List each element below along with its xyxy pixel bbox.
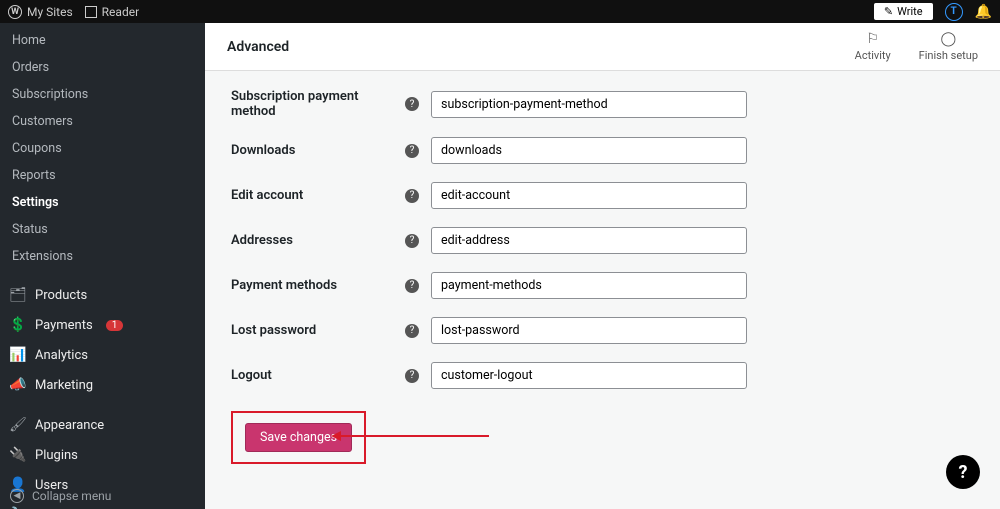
field-label: Payment methods	[231, 278, 405, 293]
help-fab-button[interactable]: ?	[946, 455, 980, 489]
user-avatar[interactable]: T	[945, 3, 963, 21]
reader-label: Reader	[102, 5, 139, 19]
sidebar-item-label: Marketing	[35, 378, 93, 393]
circle-icon: ◯	[941, 31, 957, 47]
endpoint-input[interactable]	[431, 91, 747, 118]
sidebar-item-plugins[interactable]: 🔌 Plugins	[0, 440, 205, 470]
sidebar-item-appearance[interactable]: 🖌 Appearance	[0, 410, 205, 440]
help-icon[interactable]: ?	[405, 369, 419, 383]
form-row: Subscription payment method?	[231, 89, 974, 119]
endpoint-input[interactable]	[431, 227, 747, 254]
notifications-icon[interactable]: 🔔	[975, 4, 992, 20]
sidebar-item-label: Plugins	[35, 448, 78, 463]
sidebar-sub-status[interactable]: Status	[0, 216, 205, 243]
activity-button[interactable]: ⚐ Activity	[855, 31, 891, 62]
form-row: Payment methods?	[231, 272, 974, 299]
help-icon[interactable]: ?	[405, 234, 419, 248]
badge: 1	[106, 320, 124, 331]
sidebar-item-label: Analytics	[35, 348, 88, 363]
sidebar-submenu: HomeOrdersSubscriptionsCustomersCouponsR…	[0, 23, 205, 270]
field-label: Subscription payment method	[231, 89, 405, 119]
appearance-icon: 🖌	[10, 417, 26, 433]
endpoint-input[interactable]	[431, 182, 747, 209]
save-highlight-box: Save changes	[231, 411, 366, 464]
flag-icon: ⚐	[866, 31, 879, 47]
main-content: Advanced ⚐ Activity ◯ Finish setup Subsc…	[205, 23, 1000, 509]
reader-icon	[85, 6, 97, 18]
sidebar-sub-coupons[interactable]: Coupons	[0, 135, 205, 162]
sidebar-sub-home[interactable]: Home	[0, 27, 205, 54]
sidebar-sub-subscriptions[interactable]: Subscriptions	[0, 81, 205, 108]
form-row: Lost password?	[231, 317, 974, 344]
sidebar-sub-orders[interactable]: Orders	[0, 54, 205, 81]
sidebar-sub-reports[interactable]: Reports	[0, 162, 205, 189]
field-label: Edit account	[231, 188, 405, 203]
analytics-icon: 📊	[10, 347, 26, 363]
page-title: Advanced	[227, 39, 289, 55]
activity-label: Activity	[855, 49, 891, 62]
endpoint-input[interactable]	[431, 362, 747, 389]
sidebar-item-marketing[interactable]: 📣 Marketing	[0, 370, 205, 400]
wordpress-logo-icon: W	[8, 5, 22, 19]
reader-link[interactable]: Reader	[85, 5, 139, 19]
endpoint-input[interactable]	[431, 272, 747, 299]
collapse-label: Collapse menu	[32, 489, 111, 503]
products-icon: 🗂	[10, 287, 26, 303]
sidebar-item-label: Products	[35, 288, 87, 303]
help-icon[interactable]: ?	[405, 324, 419, 338]
finish-setup-button[interactable]: ◯ Finish setup	[919, 31, 978, 62]
endpoint-input[interactable]	[431, 137, 747, 164]
chevron-left-icon: ◀	[10, 489, 24, 503]
sidebar-item-label: Payments	[35, 318, 93, 333]
field-label: Addresses	[231, 233, 405, 248]
payments-icon: 💲	[10, 317, 26, 333]
sidebar-sub-settings[interactable]: Settings	[0, 189, 205, 216]
field-label: Lost password	[231, 323, 405, 338]
help-icon[interactable]: ?	[405, 97, 419, 111]
plugins-icon: 🔌	[10, 447, 26, 463]
field-label: Logout	[231, 368, 405, 383]
finish-label: Finish setup	[919, 49, 978, 62]
my-sites-label: My Sites	[27, 5, 73, 19]
annotation-arrow	[339, 435, 489, 437]
pen-icon	[884, 5, 893, 18]
sidebar-item-label: Appearance	[35, 418, 104, 433]
form-row: Downloads?	[231, 137, 974, 164]
admin-sidebar: HomeOrdersSubscriptionsCustomersCouponsR…	[0, 23, 205, 509]
help-icon[interactable]: ?	[405, 144, 419, 158]
sidebar-item-payments[interactable]: 💲 Payments 1	[0, 310, 205, 340]
form-row: Edit account?	[231, 182, 974, 209]
my-sites-link[interactable]: W My Sites	[8, 5, 73, 19]
help-icon[interactable]: ?	[405, 279, 419, 293]
sidebar-sub-customers[interactable]: Customers	[0, 108, 205, 135]
settings-form: Subscription payment method?Downloads?Ed…	[205, 71, 1000, 478]
sidebar-sub-extensions[interactable]: Extensions	[0, 243, 205, 270]
write-label: Write	[897, 5, 922, 18]
collapse-menu[interactable]: ◀ Collapse menu	[10, 489, 111, 503]
page-header: Advanced ⚐ Activity ◯ Finish setup	[205, 23, 1000, 71]
form-row: Addresses?	[231, 227, 974, 254]
admin-topbar: W My Sites Reader Write T 🔔	[0, 0, 1000, 23]
marketing-icon: 📣	[10, 377, 26, 393]
field-label: Downloads	[231, 143, 405, 158]
help-icon[interactable]: ?	[405, 189, 419, 203]
endpoint-input[interactable]	[431, 317, 747, 344]
sidebar-item-products[interactable]: 🗂 Products	[0, 280, 205, 310]
sidebar-item-analytics[interactable]: 📊 Analytics	[0, 340, 205, 370]
form-row: Logout?	[231, 362, 974, 389]
write-button[interactable]: Write	[874, 3, 933, 20]
